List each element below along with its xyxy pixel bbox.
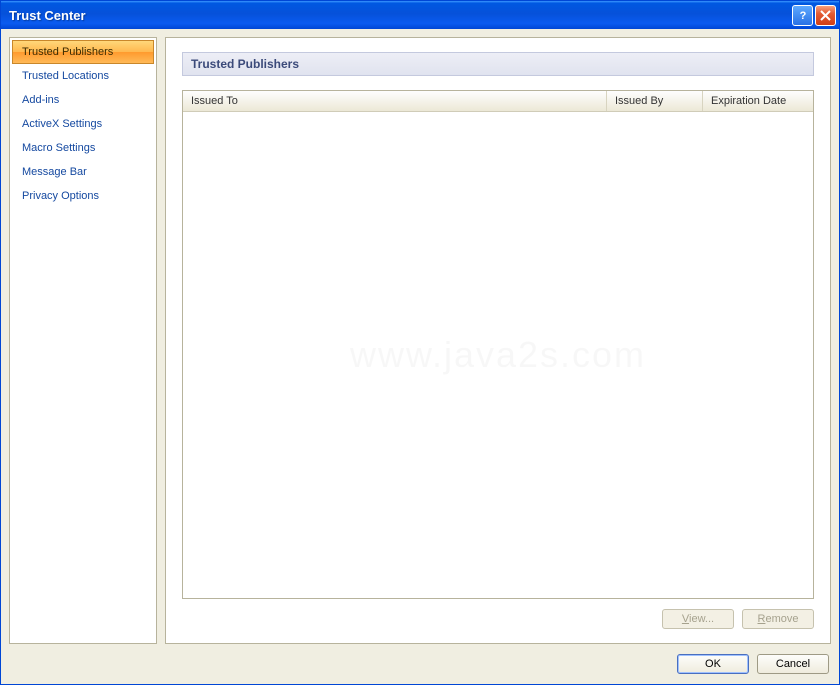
sidebar-item-label: Macro Settings [22,142,95,154]
column-issued-to[interactable]: Issued To [183,91,607,111]
help-button[interactable]: ? [792,5,813,26]
trust-center-dialog: Trust Center ? Trusted Publishers Trus [0,0,840,685]
sidebar-item-label: Add-ins [22,94,59,106]
column-issued-by[interactable]: Issued By [607,91,703,111]
list-body: www.java2s.com [183,112,813,598]
sidebar-item-privacy-options[interactable]: Privacy Options [12,184,154,208]
cancel-button[interactable]: Cancel [757,654,829,674]
sidebar-item-activex-settings[interactable]: ActiveX Settings [12,112,154,136]
sidebar: Trusted Publishers Trusted Locations Add… [9,37,157,644]
sidebar-item-label: Trusted Locations [22,70,109,82]
section-heading: Trusted Publishers [182,52,814,76]
sidebar-item-macro-settings[interactable]: Macro Settings [12,136,154,160]
sidebar-item-trusted-publishers[interactable]: Trusted Publishers [12,40,154,64]
ok-button[interactable]: OK [677,654,749,674]
titlebar-buttons: ? [792,5,836,26]
dialog-body: Trusted Publishers Trusted Locations Add… [1,29,839,684]
content-panel: Trusted Publishers Issued To Issued By E… [165,37,831,644]
sidebar-item-label: ActiveX Settings [22,118,102,130]
main-area: Trusted Publishers Trusted Locations Add… [9,37,831,644]
sidebar-item-label: Message Bar [22,166,87,178]
sidebar-item-add-ins[interactable]: Add-ins [12,88,154,112]
svg-text:?: ? [799,10,806,21]
sidebar-item-trusted-locations[interactable]: Trusted Locations [12,64,154,88]
list-header: Issued To Issued By Expiration Date [183,91,813,112]
help-icon: ? [797,9,809,21]
window-title: Trust Center [9,8,792,23]
titlebar: Trust Center ? [1,1,839,29]
dialog-footer: OK Cancel [9,644,831,676]
watermark-text: www.java2s.com [350,334,646,376]
view-button-rest: iew... [689,613,714,625]
sidebar-item-label: Privacy Options [22,190,99,202]
close-icon [820,10,831,21]
sidebar-item-message-bar[interactable]: Message Bar [12,160,154,184]
sidebar-item-label: Trusted Publishers [22,46,113,58]
view-button[interactable]: View... [662,609,734,629]
column-expiration-date[interactable]: Expiration Date [703,91,813,111]
content-buttons: View... Remove [182,599,814,629]
publishers-list[interactable]: Issued To Issued By Expiration Date www.… [182,90,814,599]
remove-button[interactable]: Remove [742,609,814,629]
close-button[interactable] [815,5,836,26]
remove-button-rest: emove [765,613,798,625]
